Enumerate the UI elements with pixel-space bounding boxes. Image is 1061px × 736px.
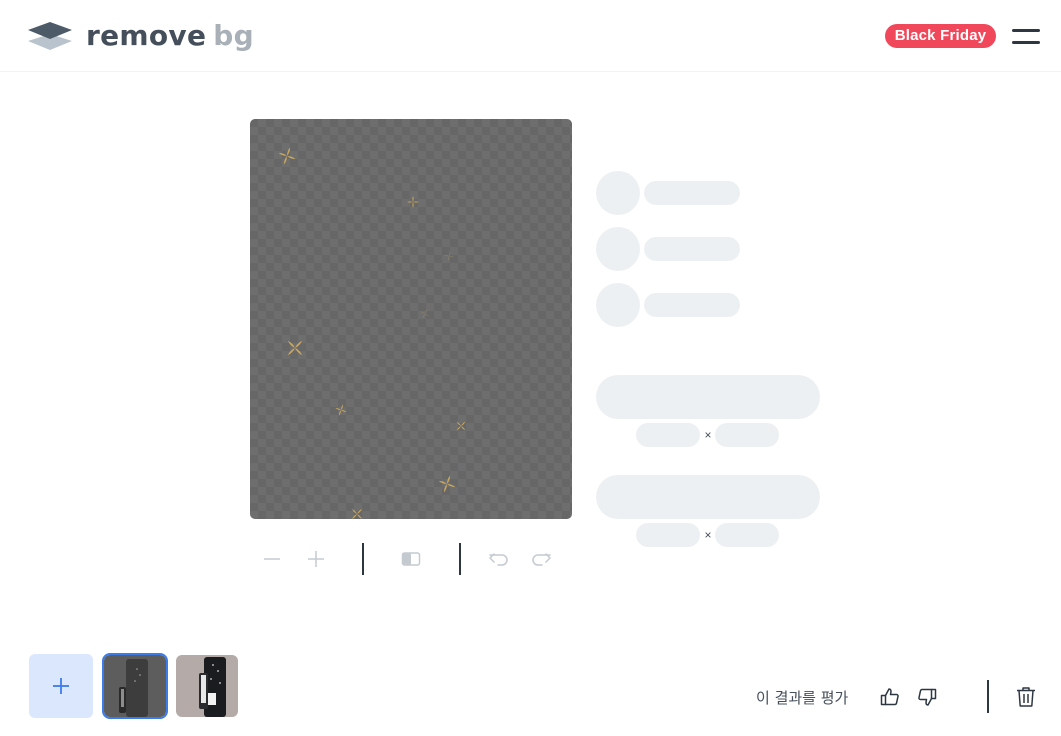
thumbs-down-button[interactable]	[914, 684, 940, 710]
logo-text: remove bg	[86, 22, 254, 50]
thumbs-up-button[interactable]	[877, 684, 903, 710]
rate-result-label: 이 결과를 평가	[756, 689, 849, 707]
add-image-button[interactable]	[29, 654, 93, 718]
skeleton-option-icon	[596, 171, 640, 215]
skeleton-download-hd-button	[596, 475, 820, 519]
sparkle-icon	[287, 340, 303, 356]
plus-icon	[53, 678, 69, 694]
delete-button[interactable]	[1013, 684, 1039, 710]
skeleton-width	[636, 523, 700, 547]
sparkle-icon	[456, 421, 466, 431]
sparkle-icon	[407, 196, 419, 208]
skeleton-option-icon	[596, 227, 640, 271]
sparkle-icon	[438, 475, 456, 493]
skeleton-option-label	[644, 237, 740, 261]
trash-icon	[1017, 687, 1035, 707]
black-friday-badge[interactable]: Black Friday	[885, 24, 996, 48]
skeleton-height	[715, 523, 779, 547]
toolbar-divider	[459, 543, 461, 575]
skeleton-option-icon	[596, 283, 640, 327]
sparkle-icon	[335, 404, 347, 416]
plus-icon	[308, 551, 324, 567]
thumbnail-image-1[interactable]	[102, 653, 168, 719]
thumbnail-picture	[176, 655, 238, 717]
undo-button[interactable]	[484, 544, 514, 574]
sparkle-processing-overlay	[278, 147, 466, 519]
compare-button[interactable]	[396, 544, 426, 574]
bottom-divider	[987, 680, 989, 713]
editor-toolbar	[250, 540, 572, 578]
top-header: remove bg Black Friday	[0, 0, 1061, 72]
sparkle-icon	[278, 147, 296, 165]
thumbs-down-icon	[918, 688, 937, 706]
logo-word-remove: remove	[86, 19, 207, 52]
redo-icon	[532, 553, 551, 566]
zoom-out-button[interactable]	[257, 544, 287, 574]
skeleton-option-label	[644, 181, 740, 205]
logo-layers-icon	[28, 22, 72, 50]
thumbnail-image-2[interactable]	[176, 655, 238, 717]
skeleton-option-label	[644, 293, 740, 317]
compare-icon	[401, 552, 421, 566]
thumbs-up-icon	[880, 688, 899, 706]
toolbar-divider	[362, 543, 364, 575]
zoom-in-button[interactable]	[301, 544, 331, 574]
skeleton-width	[636, 423, 700, 447]
image-canvas[interactable]	[250, 119, 572, 519]
size-separator: ×	[704, 528, 712, 542]
skeleton-height	[715, 423, 779, 447]
logo-word-bg: bg	[213, 19, 254, 52]
sparkle-icon	[420, 309, 430, 319]
skeleton-download-button	[596, 375, 820, 419]
sparkle-icon	[352, 509, 362, 519]
minus-icon	[264, 558, 280, 560]
undo-icon	[489, 553, 508, 566]
logo[interactable]: remove bg	[28, 18, 254, 54]
hamburger-menu-icon[interactable]	[1010, 26, 1042, 48]
thumbnail-picture	[104, 655, 166, 717]
redo-button[interactable]	[526, 544, 556, 574]
sparkle-icon	[444, 251, 454, 261]
size-separator: ×	[704, 428, 712, 442]
